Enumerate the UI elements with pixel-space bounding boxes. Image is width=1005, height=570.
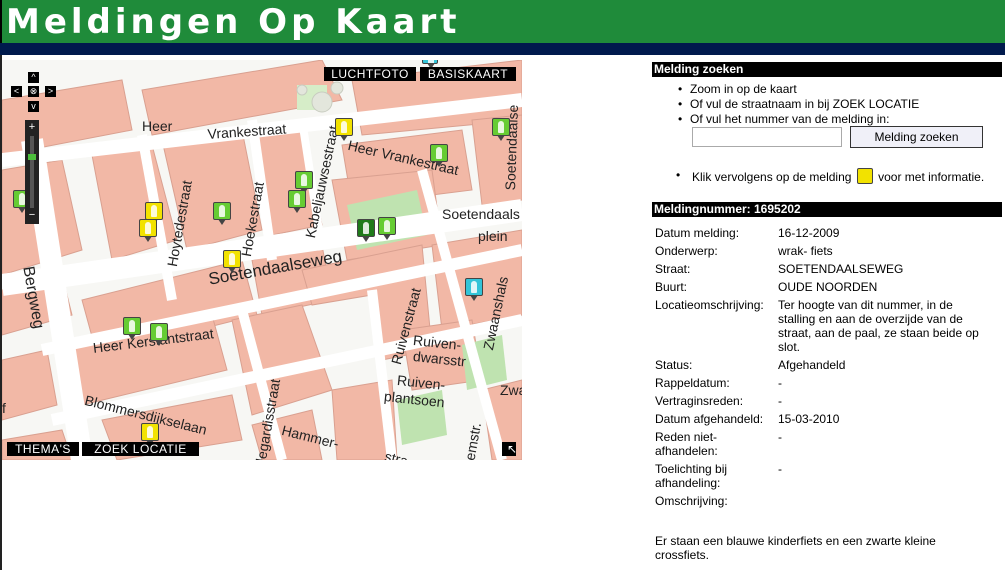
field-label: Omschrijving: [655,494,728,508]
details-table: Datum melding: 16-12-2009 Onderwerp: wrak-… [652,226,993,512]
table-row: Toelichting bij afhandeling: - [652,462,993,494]
street-label: f [2,400,6,416]
table-row: Status: Afgehandeld [652,358,993,376]
report-marker[interactable] [139,219,157,242]
report-marker[interactable] [335,118,353,141]
field-label: Vertraginsreden: [655,394,744,408]
zoom-in-button[interactable]: + [25,120,39,134]
field-value: - [778,462,782,476]
report-marker[interactable] [213,202,231,225]
field-label: Locatieomschrijving: [655,298,764,312]
report-marker[interactable] [422,60,438,69]
report-marker[interactable] [295,171,313,194]
click-instruction-after: voor met informatie. [878,170,985,184]
pan-center-button[interactable]: ⊗ [28,86,39,97]
table-row: Datum melding: 16-12-2009 [652,226,993,244]
field-value: - [778,430,782,444]
page-title: Meldingen Op Kaart [6,2,461,42]
field-value: 15-03-2010 [778,412,840,426]
pan-up-button[interactable]: ^ [28,72,39,83]
zoek-locatie-button[interactable]: ZOEK LOCATIE [82,442,199,456]
field-label: Straat: [655,262,691,276]
report-marker[interactable] [123,317,141,340]
melding-zoeken-button[interactable]: Melding zoeken [850,126,983,148]
table-row: Onderwerp: wrak- fiets [652,244,993,262]
field-value: - [778,394,782,408]
pan-control: ^ < ⊗ > v [11,72,56,117]
field-value: OUDE NOORDEN [778,280,878,294]
header-stripe [0,43,1005,55]
street-label: Zwa [500,382,522,398]
street-label: plein [478,228,508,244]
report-marker[interactable] [465,278,483,301]
zoom-track [30,136,34,208]
field-label: Datum melding: [655,226,740,240]
click-instruction: Klik vervolgens op de melding voor met i… [692,168,984,184]
report-marker[interactable] [223,250,241,273]
expand-icon[interactable]: ↖ [502,442,517,456]
field-label: Status: [655,358,693,372]
table-row: Straat: SOETENDAALSEWEG [652,262,993,280]
search-instructions: Zoom in op de kaart Of vul de straatnaam… [674,82,919,127]
street-label: Heer [142,118,173,134]
table-row: Rappeldatum: - [652,376,993,394]
field-value: wrak- fiets [778,244,833,258]
map-view[interactable]: Heer Vrankestraat Heer Vrankestraat Hoyt… [2,60,522,460]
zoom-slider[interactable]: + − [25,120,39,224]
bullet-dot: • [676,168,681,182]
report-marker[interactable] [378,217,396,240]
report-marker[interactable] [288,190,306,213]
melding-number-input[interactable] [692,127,842,147]
search-panel-title: Melding zoeken [652,62,1002,77]
basiskaart-button[interactable]: BASISKAART [420,67,516,81]
omschrijving-text: Er staan een blauwe kinderfiets en een z… [655,534,936,562]
pan-right-button[interactable]: > [45,86,56,97]
field-value: 16-12-2009 [778,226,840,240]
luchtfoto-button[interactable]: LUCHTFOTO [324,67,416,81]
table-row: Omschrijving: [652,494,993,512]
field-label: Onderwerp: [655,244,718,258]
instruction-item: Of vul het nummer van de melding in: [674,112,919,127]
report-marker-selected[interactable] [357,219,375,242]
themas-button[interactable]: THEMA'S [7,442,79,456]
table-row: Locatieomschrijving: Ter hoogte van dit n… [652,298,993,358]
field-value: - [778,376,782,390]
table-row: Datum afgehandeld: 15-03-2010 [652,412,993,430]
table-row: Vertraginsreden: - [652,394,993,412]
pan-down-button[interactable]: v [28,101,39,112]
report-marker[interactable] [145,202,163,225]
click-instruction-before: Klik vervolgens op de melding [692,170,852,184]
field-value: SOETENDAALSEWEG [778,262,904,276]
zoom-handle[interactable] [28,154,36,160]
field-label: Rappeldatum: [655,376,730,390]
report-marker[interactable] [430,144,448,167]
instruction-item: Zoom in op de kaart [674,82,919,97]
marker-icon [856,168,873,184]
field-value: Afgehandeld [778,358,846,372]
table-row: Reden niet-afhandelen: - [652,430,993,462]
field-label: Reden niet-afhandelen: [655,430,718,458]
field-label: Datum afgehandeld: [655,412,764,426]
details-panel-title: Meldingnummer: 1695202 [652,202,1002,217]
report-marker[interactable] [141,423,159,446]
table-row: Buurt: OUDE NOORDEN [652,280,993,298]
zoom-out-button[interactable]: − [25,208,39,222]
app-header: Meldingen Op Kaart [0,0,1005,43]
street-label: Soetendaals [442,206,520,222]
field-label: Buurt: [655,280,688,294]
instruction-item: Of vul de straatnaam in bij ZOEK LOCATIE [674,97,919,112]
field-label: Toelichting bij afhandeling: [655,462,728,490]
report-marker[interactable] [492,118,510,141]
field-value: Ter hoogte van dit nummer, in de stallin… [778,298,979,354]
pan-left-button[interactable]: < [11,86,22,97]
report-marker[interactable] [150,323,168,346]
